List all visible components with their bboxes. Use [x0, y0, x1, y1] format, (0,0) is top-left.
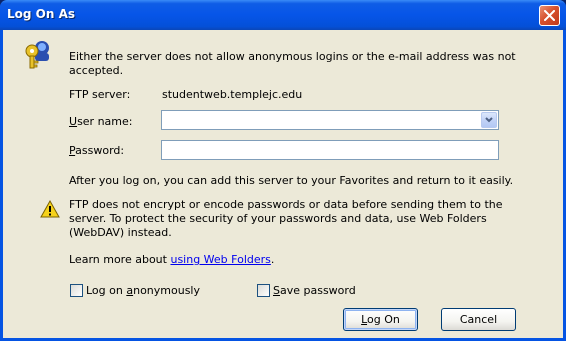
key-user-icon: [25, 41, 49, 69]
password-input[interactable]: [161, 140, 499, 160]
log-on-button[interactable]: Log On: [343, 308, 418, 331]
web-folders-link[interactable]: using Web Folders: [170, 253, 270, 266]
warning-line-2: server. To protect the security of your …: [69, 212, 487, 225]
message-line-2: accepted.: [69, 64, 124, 77]
anonymous-label-rest: nonymously: [133, 284, 200, 297]
learn-more-prefix: Learn more about: [69, 253, 171, 266]
password-label-rest: assword:: [75, 144, 125, 157]
server-label: FTP server:: [69, 88, 131, 101]
anonymous-checkbox[interactable]: [70, 284, 83, 297]
save-password-checkbox-label[interactable]: Save password: [273, 284, 356, 297]
warning-line-3: (WebDAV) instead.: [69, 226, 172, 239]
message-line-1: Either the server does not allow anonymo…: [69, 50, 516, 63]
close-icon: [544, 10, 555, 21]
anonymous-label-pre: Log on: [86, 284, 127, 297]
title-bar[interactable]: Log On As: [0, 0, 566, 30]
username-dropdown-button[interactable]: [481, 112, 497, 128]
cancel-button[interactable]: Cancel: [441, 308, 516, 331]
username-label: User name:: [69, 115, 132, 128]
save-password-label-rest: ave password: [279, 284, 356, 297]
password-label: Password:: [69, 144, 124, 157]
learn-more-suffix: .: [270, 253, 275, 266]
warning-line-1: FTP does not encrypt or encode passwords…: [69, 198, 503, 211]
username-label-rest: ser name:: [77, 115, 133, 128]
username-combobox[interactable]: [161, 110, 499, 130]
dialog-body: Either the server does not allow anonymo…: [3, 30, 563, 338]
window-title: Log On As: [7, 7, 76, 21]
favorites-text: After you log on, you can add this serve…: [69, 174, 514, 187]
dialog-window: Log On As Either the server does not all…: [0, 0, 566, 341]
save-password-checkbox[interactable]: [257, 284, 270, 297]
learn-more-text: Learn more about using Web Folders.: [69, 253, 274, 266]
username-mnemonic: U: [69, 115, 78, 128]
chevron-down-icon: [485, 117, 493, 123]
anonymous-checkbox-label[interactable]: Log on anonymously: [86, 284, 200, 297]
warning-icon: [40, 200, 60, 218]
log-on-label-rest: og On: [367, 313, 400, 326]
close-button[interactable]: [539, 5, 560, 26]
save-password-label-mnemonic: S: [273, 284, 280, 297]
server-value: studentweb.templejc.edu: [162, 88, 303, 101]
